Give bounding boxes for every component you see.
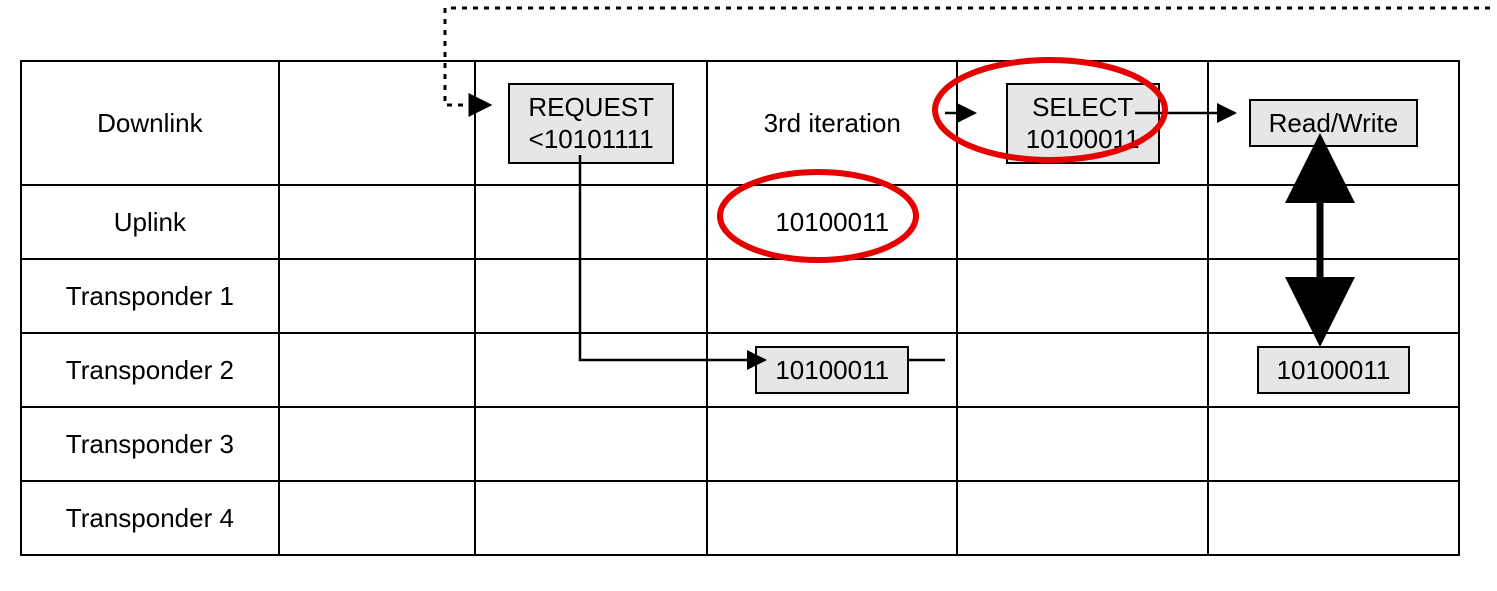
iteration-label: 3rd iteration: [764, 108, 901, 138]
request-value: <10101111: [529, 124, 654, 154]
t2-collision-value-box: 10100011: [755, 346, 909, 395]
select-label: SELECT: [1032, 92, 1133, 122]
iteration-table: Downlink REQUEST <10101111 3rd iteration…: [20, 60, 1460, 556]
row-label-t1: Transponder 1: [21, 259, 279, 333]
row-label-t2: Transponder 2: [21, 333, 279, 407]
request-box: REQUEST <10101111: [508, 83, 674, 164]
row-label-t3: Transponder 3: [21, 407, 279, 481]
row-label-uplink: Uplink: [21, 185, 279, 259]
select-value: 10100011: [1026, 124, 1140, 154]
t2-readwrite-value: 10100011: [1277, 355, 1391, 385]
select-box: SELECT 10100011: [1006, 83, 1160, 164]
t2-readwrite-value-box: 10100011: [1257, 346, 1411, 395]
t2-collision-value: 10100011: [775, 355, 889, 385]
readwrite-label: Read/Write: [1269, 108, 1399, 138]
row-label-downlink: Downlink: [21, 61, 279, 185]
row-label-t4: Transponder 4: [21, 481, 279, 555]
uplink-value: 10100011: [775, 207, 889, 237]
request-label: REQUEST: [528, 92, 654, 122]
readwrite-box: Read/Write: [1249, 99, 1419, 148]
